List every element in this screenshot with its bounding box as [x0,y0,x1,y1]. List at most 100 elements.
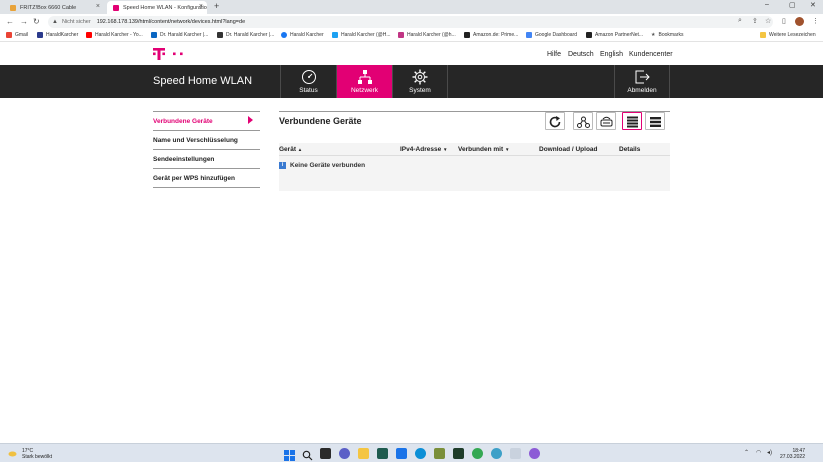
browser-tab-speedhome[interactable]: Speed Home WLAN - Konfiguratio × [107,1,207,14]
column-header-details: Details [619,146,640,153]
sidebar-item-label: Name und Verschlüsselung [153,137,238,144]
bookmark-item[interactable]: Google Dashboard [526,32,577,38]
page-title: Verbundene Geräte [279,116,362,126]
nav-tab-netzwerk[interactable]: Netzwerk [336,65,392,98]
maximize-button[interactable]: ▢ [789,1,796,9]
facebook-icon [281,32,287,38]
system-clock[interactable]: 18:47 27.03.2022 [780,448,805,460]
app-icon[interactable] [453,448,464,459]
logout-button[interactable]: Abmelden [614,65,670,98]
telekom-logo-icon[interactable] [153,48,185,62]
logout-icon [635,70,650,84]
task-view-icon[interactable] [320,448,331,459]
gear-icon [412,69,428,85]
close-window-button[interactable]: ✕ [810,1,816,9]
minimize-button[interactable]: – [765,1,769,8]
app-icon[interactable] [491,448,502,459]
bookmark-item[interactable]: Harald Karcher (@H... [332,32,391,38]
avatar[interactable] [795,17,804,26]
network-icon [357,70,372,84]
chat-icon[interactable] [339,448,350,459]
column-label: IPv4-Adresse [400,146,442,153]
list-detail-view-button[interactable] [622,112,642,130]
language-deutsch-link[interactable]: Deutsch [568,51,594,58]
column-label: Verbunden mit [458,146,504,153]
sidebar-item-sendeeinstellungen[interactable]: Sendeeinstellungen [153,150,260,169]
snipping-tool-icon[interactable] [510,448,521,459]
bookmark-item[interactable]: Harald Karcher - Yo... [86,32,143,38]
site-icon [37,32,43,38]
forward-arrow-icon[interactable]: → [20,17,28,26]
nav-tab-status[interactable]: Status [280,65,336,98]
bookmark-item[interactable]: Amazon.de: Prime... [464,32,518,38]
nav-tab-label: Netzwerk [350,87,379,94]
menu-icon[interactable]: ⋮ [812,17,819,25]
router-view-button[interactable] [596,112,616,130]
column-header-verbunden-mit[interactable]: Verbunden mit ▼ [458,146,509,153]
browser-tab-bar: FRITZ!Box 6660 Cable × Speed Home WLAN -… [0,0,823,14]
bookmarks-bar: Gmail HaraldKarcher Harald Karcher - Yo.… [0,30,823,42]
bookmark-item[interactable]: Dr. Harald Karcher |... [217,32,274,38]
info-icon: i [279,162,286,169]
sidebar-item-verbundene-geraete[interactable]: Verbundene Geräte [153,112,260,131]
bookmark-item[interactable]: HaraldKarcher [37,32,78,38]
zoom-icon[interactable]: ⌕ [738,17,742,25]
sidebar-item-wps[interactable]: Gerät per WPS hinzufügen [153,169,260,188]
bookmark-label: Harald Karcher (@H... [341,32,391,38]
close-tab-icon[interactable]: × [96,3,100,10]
google-icon [526,32,532,38]
chrome-icon[interactable] [472,448,483,459]
bookmark-label: Harald Karcher - Yo... [95,32,143,38]
bookmark-item[interactable]: Harald Karcher [281,32,324,38]
address-bar-row: ← → ↻ ▲ Nicht sicher 192.168.178.139/htm… [0,14,823,30]
volume-icon[interactable]: ◂) [767,449,772,456]
active-arrow-icon [248,116,253,124]
star-icon[interactable]: ☆ [765,17,771,25]
browser-tab-fritzbox[interactable]: FRITZ!Box 6660 Cable × [4,1,104,14]
kundencenter-link[interactable]: Kundencenter [629,51,673,58]
edge-icon[interactable] [415,448,426,459]
youtube-icon [86,32,92,38]
refresh-button[interactable] [545,112,565,130]
cloud-icon[interactable] [8,449,17,457]
new-tab-button[interactable]: + [214,1,219,11]
list-compact-icon [650,117,661,127]
table-header-divider [279,155,670,156]
bookmark-label: Dr. Harald Karcher |... [226,32,275,38]
close-tab-icon[interactable]: × [199,3,203,10]
side-panel-icon[interactable]: ▯ [782,17,786,25]
list-compact-view-button[interactable] [645,112,665,130]
telekom-favicon-icon [113,4,119,11]
share-icon[interactable]: ⇪ [752,17,758,25]
chevron-up-icon[interactable]: ⌃ [744,449,749,456]
column-header-geraet[interactable]: Gerät ▲ [279,146,302,153]
bookmark-item[interactable]: Dr. Harald Karcher |... [151,32,208,38]
url-input[interactable]: ▲ Nicht sicher 192.168.178.139/html/cont… [48,16,773,28]
bookmark-item[interactable]: ★ Bookmarks [651,32,684,38]
app-icon[interactable] [377,448,388,459]
sidebar-item-name-verschluesselung[interactable]: Name und Verschlüsselung [153,131,260,150]
column-header-ipv4[interactable]: IPv4-Adresse ▼ [400,146,447,153]
weather-widget[interactable]: 17°C Stark bewölkt [22,448,52,460]
nav-tab-system[interactable]: System [392,65,448,98]
bookmark-item[interactable]: Harald Karcher (@h... [398,32,456,38]
topology-view-button[interactable] [573,112,593,130]
help-link[interactable]: Hilfe [547,51,561,58]
bookmark-item[interactable]: Amazon PartnerNet... [586,32,643,38]
reload-icon[interactable]: ↻ [33,17,40,26]
wifi-icon[interactable]: ◠ [756,449,761,456]
app-icon[interactable] [434,448,445,459]
language-english-link[interactable]: English [600,51,623,58]
gmail-icon [6,32,12,38]
weather-condition: Stark bewölkt [22,454,53,460]
nav-tab-label: Status [299,87,318,94]
search-icon[interactable] [302,448,313,461]
windows-start-icon[interactable] [284,448,295,461]
other-bookmarks[interactable]: Weitere Lesezeichen [760,32,816,38]
bookmark-item[interactable]: Gmail [6,32,28,38]
mail-icon[interactable] [396,448,407,459]
back-arrow-icon[interactable]: ← [6,17,14,26]
column-label: Gerät [279,146,296,153]
app-icon[interactable] [529,448,540,459]
explorer-icon[interactable] [358,448,369,459]
